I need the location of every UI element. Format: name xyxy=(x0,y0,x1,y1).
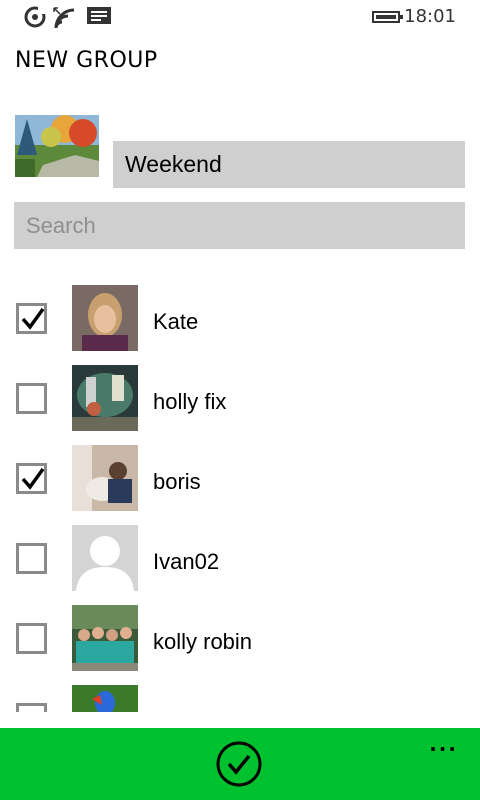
checkmark-icon xyxy=(21,467,45,490)
status-bar: 18:01 xyxy=(0,0,480,34)
clock: 18:01 xyxy=(404,6,456,27)
contact-name: kolly robin xyxy=(153,629,253,654)
avatar xyxy=(72,285,138,351)
avatar xyxy=(72,445,138,511)
page-title: NEW GROUP xyxy=(15,48,158,73)
contact-name: holly fix xyxy=(153,389,227,414)
checkmark-icon xyxy=(21,307,45,330)
contact-row[interactable]: boris xyxy=(0,445,480,511)
app-bar: ... xyxy=(0,728,480,800)
contact-row[interactable]: G xyxy=(0,685,480,712)
check-circle-icon[interactable] xyxy=(215,740,263,788)
contact-name: G xyxy=(153,709,170,712)
checkbox-unchecked[interactable] xyxy=(16,623,47,654)
message-icon xyxy=(87,7,111,24)
checkbox-unchecked[interactable] xyxy=(16,703,47,712)
contact-row[interactable]: Kate xyxy=(0,285,480,351)
group-name-field[interactable] xyxy=(113,141,465,188)
contact-row[interactable]: holly fix xyxy=(0,365,480,431)
search-input[interactable] xyxy=(14,202,465,249)
avatar xyxy=(72,365,138,431)
contact-row[interactable]: kolly robin xyxy=(0,605,480,671)
checkbox-unchecked[interactable] xyxy=(16,543,47,574)
checkbox-unchecked[interactable] xyxy=(16,383,47,414)
more-options-button[interactable]: ... xyxy=(429,732,458,756)
default-person-icon xyxy=(72,525,138,591)
wifi-icon xyxy=(53,7,75,29)
contact-name: Kate xyxy=(153,309,199,334)
checkbox-checked[interactable] xyxy=(16,463,47,494)
avatar xyxy=(72,605,138,671)
contact-list: Kate holly fix boris Ivan02 kolly robin xyxy=(0,280,480,712)
group-photo[interactable] xyxy=(15,115,99,177)
contact-row[interactable]: Ivan02 xyxy=(0,525,480,591)
avatar xyxy=(72,685,138,712)
battery-icon xyxy=(372,11,403,23)
checkbox-checked[interactable] xyxy=(16,303,47,334)
contact-name: Ivan02 xyxy=(153,549,220,574)
contact-name: boris xyxy=(153,469,201,494)
sync-icon xyxy=(24,6,46,28)
